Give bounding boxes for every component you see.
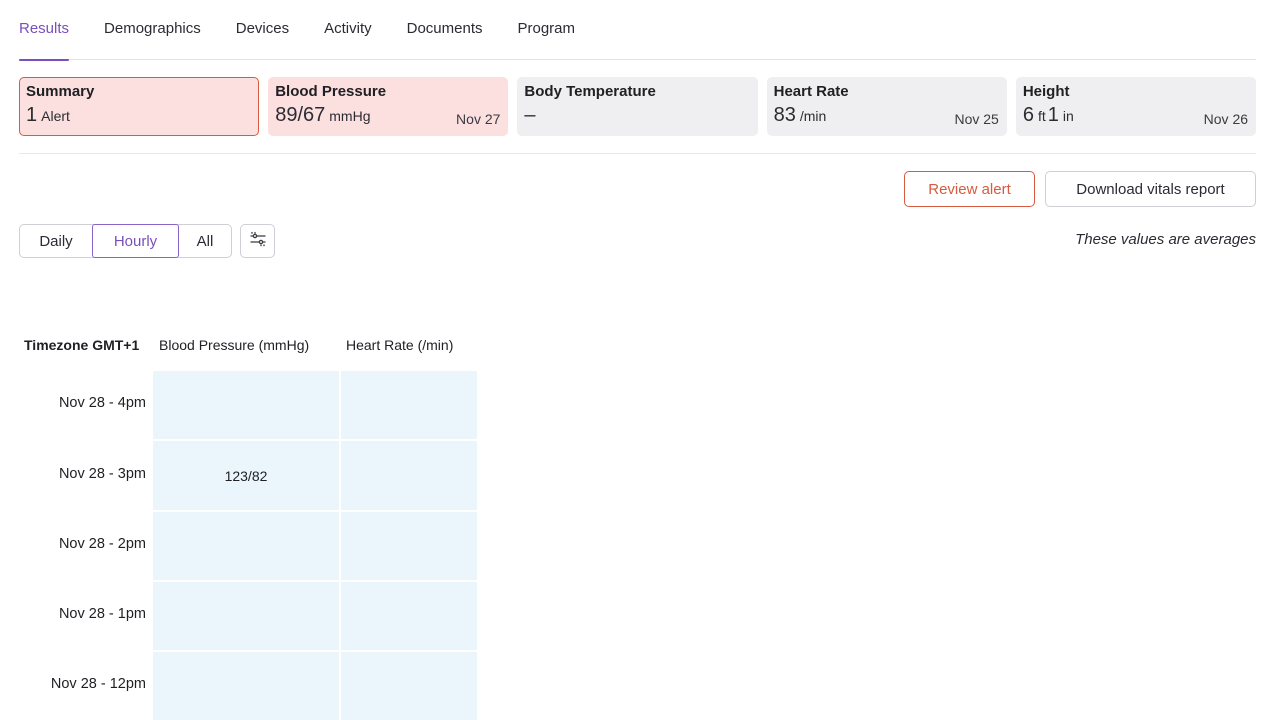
card-date: Nov 27	[456, 111, 501, 127]
download-vitals-report-button[interactable]: Download vitals report	[1045, 171, 1256, 207]
temp-value: –	[524, 104, 536, 126]
row-time-label: Nov 28 - 2pm	[58, 536, 146, 552]
hr-unit: /min	[799, 108, 827, 124]
card-title: Heart Rate	[773, 83, 849, 100]
blood-pressure-header: Blood Pressure (mmHg)	[159, 337, 310, 353]
card-title: Summary	[26, 83, 95, 100]
height-in-unit: in	[1062, 108, 1074, 124]
daily-option[interactable]: Daily	[20, 225, 92, 257]
card-title: Height	[1022, 83, 1070, 100]
patient-results-page: Results Demographics Devices Activity Do…	[0, 0, 1280, 720]
averages-note: These values are averages	[1075, 231, 1256, 248]
bp-cell[interactable]: 123/82	[153, 441, 339, 510]
filter-button[interactable]	[240, 224, 275, 258]
card-summary[interactable]: Summary 1 Alert	[19, 77, 260, 136]
hr-cell[interactable]	[341, 582, 477, 650]
height-ft-value: 6	[1022, 104, 1034, 126]
timezone-header: Timezone GMT+1	[24, 337, 140, 353]
bp-cell[interactable]	[153, 652, 339, 720]
tab-activity[interactable]: Activity	[324, 0, 372, 60]
tab-demographics[interactable]: Demographics	[104, 0, 201, 60]
vitals-cards: Summary 1 Alert Blood Pressure 89/67 mmH…	[19, 77, 1257, 136]
hr-cell[interactable]	[341, 512, 477, 580]
card-value: 1 Alert	[26, 104, 251, 126]
row-time-label: Nov 28 - 12pm	[50, 676, 146, 692]
card-heart-rate[interactable]: Heart Rate 83 /min Nov 25	[766, 77, 1007, 136]
hr-cell[interactable]	[341, 652, 477, 720]
divider	[19, 153, 1256, 154]
row-time-label: Nov 28 - 1pm	[58, 606, 146, 622]
tab-documents[interactable]: Documents	[407, 0, 483, 60]
heart-rate-header: Heart Rate (/min)	[346, 337, 454, 353]
row-time-label: Nov 28 - 4pm	[58, 395, 146, 411]
tab-devices[interactable]: Devices	[236, 0, 289, 60]
bp-value: 89/67	[275, 104, 326, 126]
bp-unit: mmHg	[329, 108, 371, 124]
tab-results[interactable]: Results	[19, 0, 70, 61]
review-alert-button[interactable]: Review alert	[904, 171, 1035, 207]
sliders-icon	[249, 231, 267, 252]
card-title: Body Temperature	[524, 83, 656, 100]
card-blood-pressure[interactable]: Blood Pressure 89/67 mmHg Nov 27	[268, 77, 509, 136]
card-date: Nov 25	[954, 111, 999, 127]
card-height[interactable]: Height 6 ft 1 in Nov 26	[1015, 77, 1257, 136]
card-date: Nov 26	[1203, 111, 1249, 127]
height-in-value: 1	[1047, 104, 1059, 126]
hourly-option[interactable]: Hourly	[92, 224, 179, 258]
top-tabs: Results Demographics Devices Activity Do…	[19, 0, 1256, 61]
card-value: –	[524, 104, 749, 126]
alert-unit: Alert	[41, 108, 70, 124]
granularity-toggle: Daily Hourly All	[19, 224, 232, 258]
row-time-label: Nov 28 - 3pm	[58, 466, 146, 482]
bp-cell[interactable]	[153, 512, 339, 580]
hr-cell[interactable]	[341, 441, 477, 510]
hr-value: 83	[773, 104, 796, 126]
tab-program[interactable]: Program	[518, 0, 576, 60]
bp-cell[interactable]	[153, 582, 339, 650]
card-title: Blood Pressure	[275, 83, 387, 100]
card-body-temperature[interactable]: Body Temperature –	[517, 77, 758, 136]
bp-cell-value: 123/82	[224, 468, 268, 484]
all-option[interactable]: All	[179, 225, 231, 257]
height-ft-unit: ft	[1037, 108, 1046, 124]
alert-count: 1	[26, 104, 38, 126]
bp-cell[interactable]	[153, 371, 339, 439]
hr-cell[interactable]	[341, 371, 477, 439]
